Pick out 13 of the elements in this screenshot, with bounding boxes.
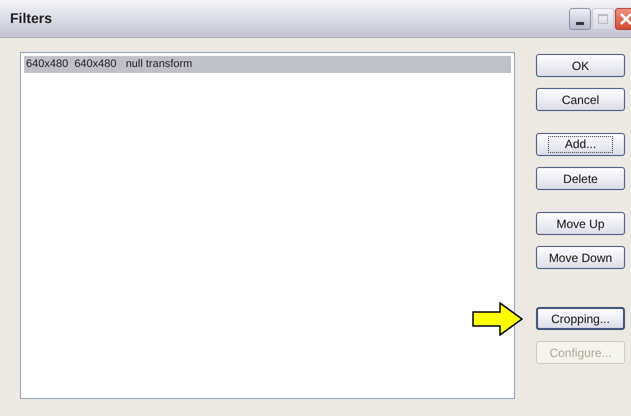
close-button[interactable]: [615, 8, 631, 30]
list-item[interactable]: 640x480 640x480 null transform: [24, 56, 511, 73]
minimize-button[interactable]: [569, 8, 591, 30]
dialog-button[interactable]: Cancel: [536, 88, 625, 111]
dialog-button[interactable]: OK: [536, 54, 625, 77]
window-title: Filters: [10, 9, 54, 28]
dialog-button[interactable]: Move Up: [536, 212, 625, 235]
close-icon: [620, 12, 631, 24]
dialog-button[interactable]: Add...: [536, 133, 625, 156]
dialog-button[interactable]: Move Down: [536, 246, 625, 269]
arrow-icon: [472, 302, 524, 336]
dialog-button[interactable]: Cropping...: [536, 307, 625, 330]
dialog-button[interactable]: Delete: [536, 167, 625, 190]
